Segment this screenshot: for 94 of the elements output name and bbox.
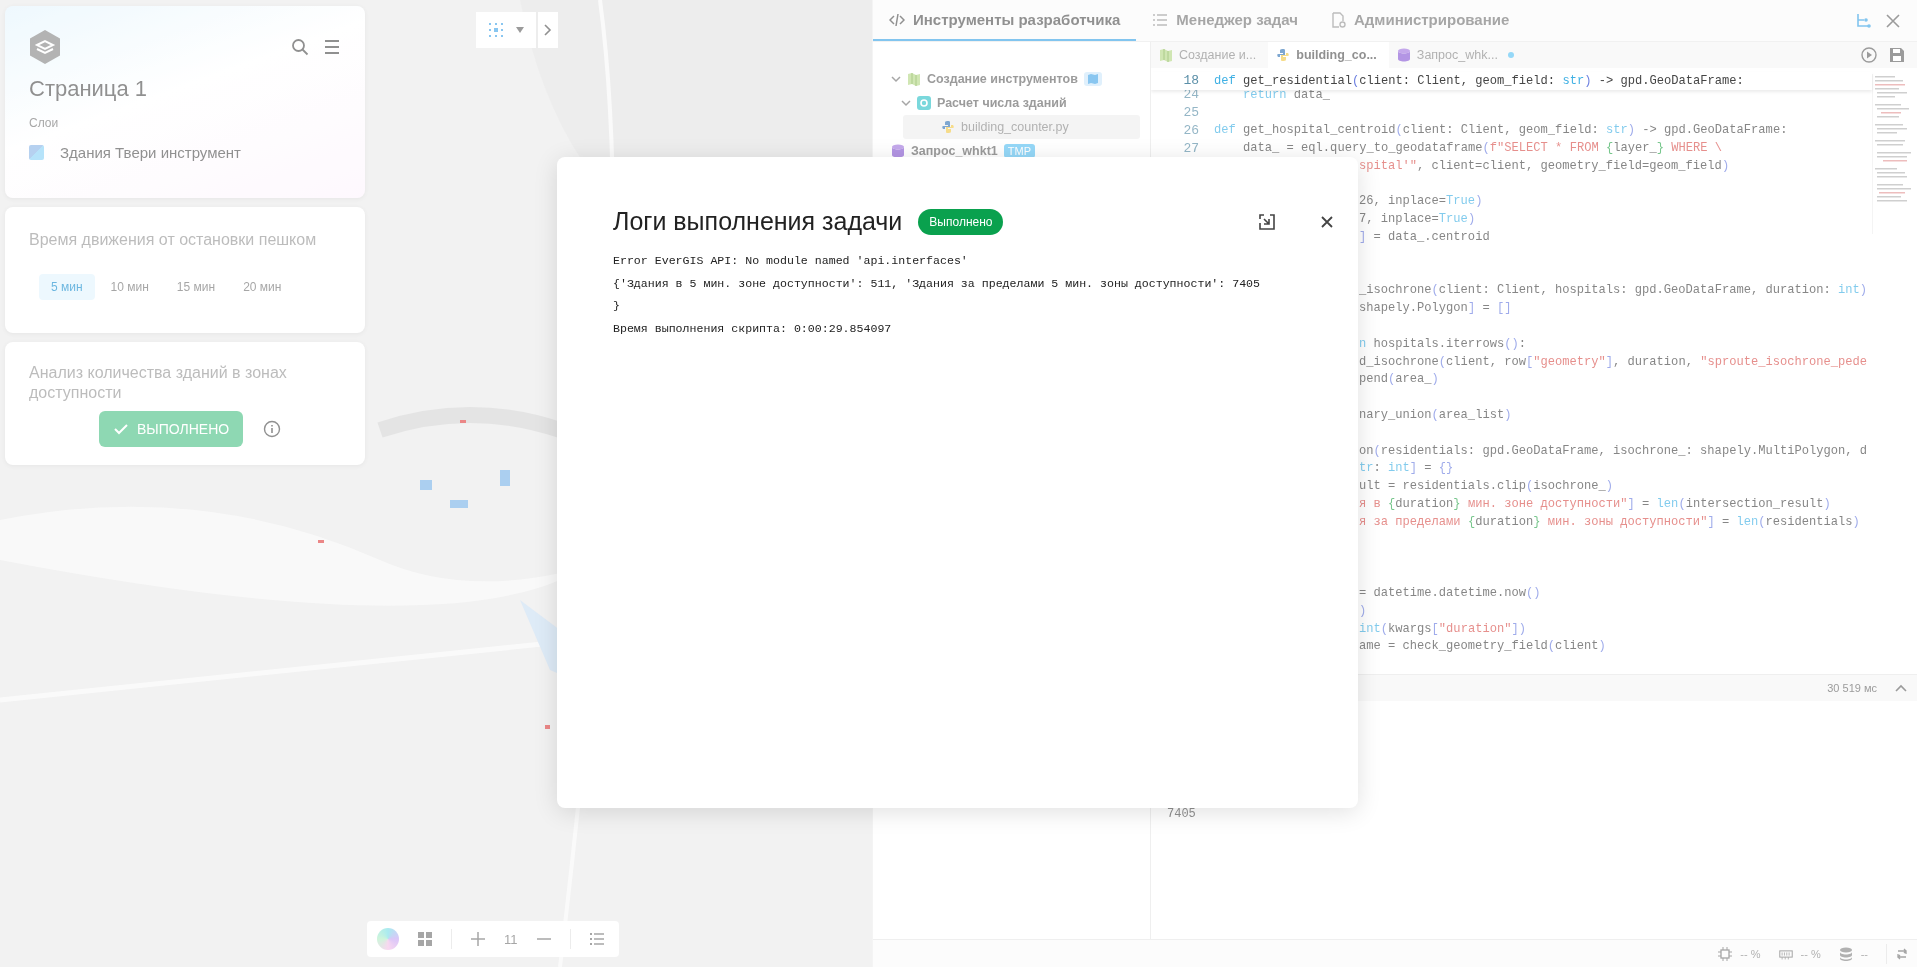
info-icon[interactable]	[263, 420, 282, 438]
devtools-tab[interactable]: Администрирование	[1313, 0, 1526, 41]
code-line: spital'", client=client, geometry_field=geom_field)	[1359, 158, 1730, 173]
chevron-icon	[891, 74, 901, 84]
expand-button[interactable]	[538, 12, 558, 48]
dialog-title: Логи выполнения задачи	[613, 207, 903, 236]
code-line: nary_union(area_list)	[1359, 408, 1512, 423]
code-line: pend(area_)	[1359, 372, 1439, 387]
editor-tab[interactable]: Запрос_whk...	[1388, 42, 1526, 68]
code-line: d_isochrone(client, row["geometry"], duration, "sproute_isochrone_pede	[1359, 354, 1868, 369]
log-line: Error EverGIS API: No module named 'api.interfaces'	[613, 253, 969, 269]
zoom-in-icon[interactable]	[470, 931, 486, 947]
map-icon	[1159, 48, 1173, 62]
line-number: 18	[1182, 73, 1199, 89]
done-button[interactable]: ВЫПОЛНЕНО	[99, 411, 244, 447]
chevron-up-icon[interactable]	[1895, 682, 1907, 694]
devtools-tab[interactable]: Менеджер задач	[1136, 0, 1314, 41]
python-icon	[941, 120, 955, 134]
db-usage: --	[1860, 947, 1868, 960]
gear-icon	[917, 96, 931, 110]
chevron-right-icon	[542, 24, 554, 36]
code-line: tr: int] = {}	[1359, 461, 1454, 476]
time-option[interactable]: 15 мин	[164, 274, 228, 300]
tree-icon[interactable]	[1855, 12, 1871, 29]
menu-icon[interactable]	[323, 38, 341, 56]
sync-icon[interactable]	[1895, 946, 1909, 961]
cpu-usage: -- %	[1740, 947, 1761, 960]
code-line: 26, inplace=True)	[1359, 194, 1483, 209]
code-line: n hospitals.iterrows():	[1359, 336, 1526, 351]
map-icon	[907, 72, 921, 86]
page-title: Страница 1	[29, 76, 149, 102]
save-icon[interactable]	[1889, 47, 1905, 63]
code-line: ame = check_geometry_field(client)	[1359, 639, 1606, 654]
code-line: ] = data_.centroid	[1359, 230, 1490, 245]
run-time: 30 519 мс	[1827, 682, 1877, 694]
logo-icon	[29, 30, 61, 64]
python-icon	[1276, 48, 1291, 62]
code-line: ult = residentials.clip(isochrone_)	[1359, 479, 1614, 494]
code-line: )	[1359, 603, 1367, 618]
layer-swatch-icon	[29, 145, 44, 160]
database-icon	[891, 144, 905, 158]
status-badge: Выполнено	[918, 208, 1004, 235]
layer-name[interactable]: Здания Твери инструмент	[60, 144, 241, 161]
code-line: on(residentials: gpd.GeoDataFrame, isochrone_: shapely.MultiPolygon, d	[1359, 443, 1868, 458]
code-line: = datetime.datetime.now()	[1359, 586, 1541, 600]
line-number: 26	[1182, 122, 1199, 138]
code-line: _isochrone(client: Client, hospitals: gpd.GeoDataFrame, duration: int)	[1359, 283, 1868, 298]
play-icon[interactable]	[1861, 47, 1877, 63]
code-line: def get_hospital_centroid(client: Client, geom_field: str) -> gpd.GeoDataFrame:	[1214, 123, 1788, 138]
code-line: return data_	[1242, 87, 1331, 102]
layers-label: Слои	[29, 116, 60, 130]
line-number: 27	[1182, 140, 1199, 156]
line-number: 25	[1182, 105, 1199, 120]
legend-icon[interactable]	[588, 931, 605, 947]
chevron-icon	[901, 98, 911, 108]
map-icon	[1083, 72, 1102, 86]
output-line: 7405	[1167, 807, 1197, 821]
basemap-icon[interactable]	[377, 928, 399, 950]
log-line: Время выполнения скрипта: 0:00:29.854097	[613, 320, 893, 337]
editor-tab[interactable]: building_co...	[1268, 42, 1389, 68]
time-option[interactable]: 20 мин	[231, 274, 294, 300]
memory-usage: -- %	[1800, 947, 1821, 960]
database-icon	[1838, 946, 1853, 961]
log-line: }	[613, 298, 621, 314]
cpu-icon	[1718, 946, 1733, 961]
code-line: я за пределами {duration} мин. зоны доступности"] = len(residentials)	[1359, 514, 1860, 529]
code-line: data_ = eql.query_to_geodataframe(f"SELECT * FROM {layer_} WHERE \	[1242, 141, 1723, 156]
code-line: shapely.Polygon] = []	[1359, 301, 1512, 316]
grid-icon[interactable]	[417, 931, 433, 947]
database-icon	[1396, 48, 1411, 62]
document-gear-icon	[1329, 11, 1346, 28]
caret-icon	[516, 27, 524, 33]
devtools-tab[interactable]: Инструменты разработчика	[873, 0, 1137, 41]
code-line: def get_residential(client: Client, geom_field: str) -> gpd.GeoDataFrame:	[1214, 73, 1744, 88]
code-line: 7, inplace=True)	[1359, 212, 1476, 227]
code-line: я в {duration} мин. зоне доступности"] = len(intersection_result)	[1359, 497, 1831, 511]
editor-tab[interactable]: Создание и...	[1151, 42, 1269, 68]
close-icon[interactable]	[1320, 214, 1334, 229]
layer-select-button[interactable]	[476, 12, 536, 48]
time-option[interactable]: 5 мин	[39, 274, 95, 300]
zoom-level: 11	[504, 931, 518, 947]
code-icon	[889, 11, 905, 28]
log-line: {'Здания в 5 мин. зоне доступности': 511, 'Здания за пределами 5 мин. зоны доступности': 7405	[613, 275, 1262, 292]
code-line: int(kwargs["duration"])	[1359, 621, 1526, 636]
card-title: Время движения от остановки пешком	[29, 230, 318, 250]
tree-item[interactable]: building_counter.py	[903, 115, 1140, 139]
collapse-icon[interactable]	[1258, 212, 1276, 231]
time-option[interactable]: 10 мин	[98, 274, 161, 300]
tree-item[interactable]: Создание инструментов	[873, 67, 1140, 91]
tree-item[interactable]: Расчет числа зданий	[873, 91, 1140, 115]
check-icon	[113, 421, 129, 437]
search-icon[interactable]	[291, 38, 309, 56]
list-icon	[1152, 11, 1169, 28]
card-title: Анализ количества зданий в зонах доступности	[29, 363, 288, 403]
